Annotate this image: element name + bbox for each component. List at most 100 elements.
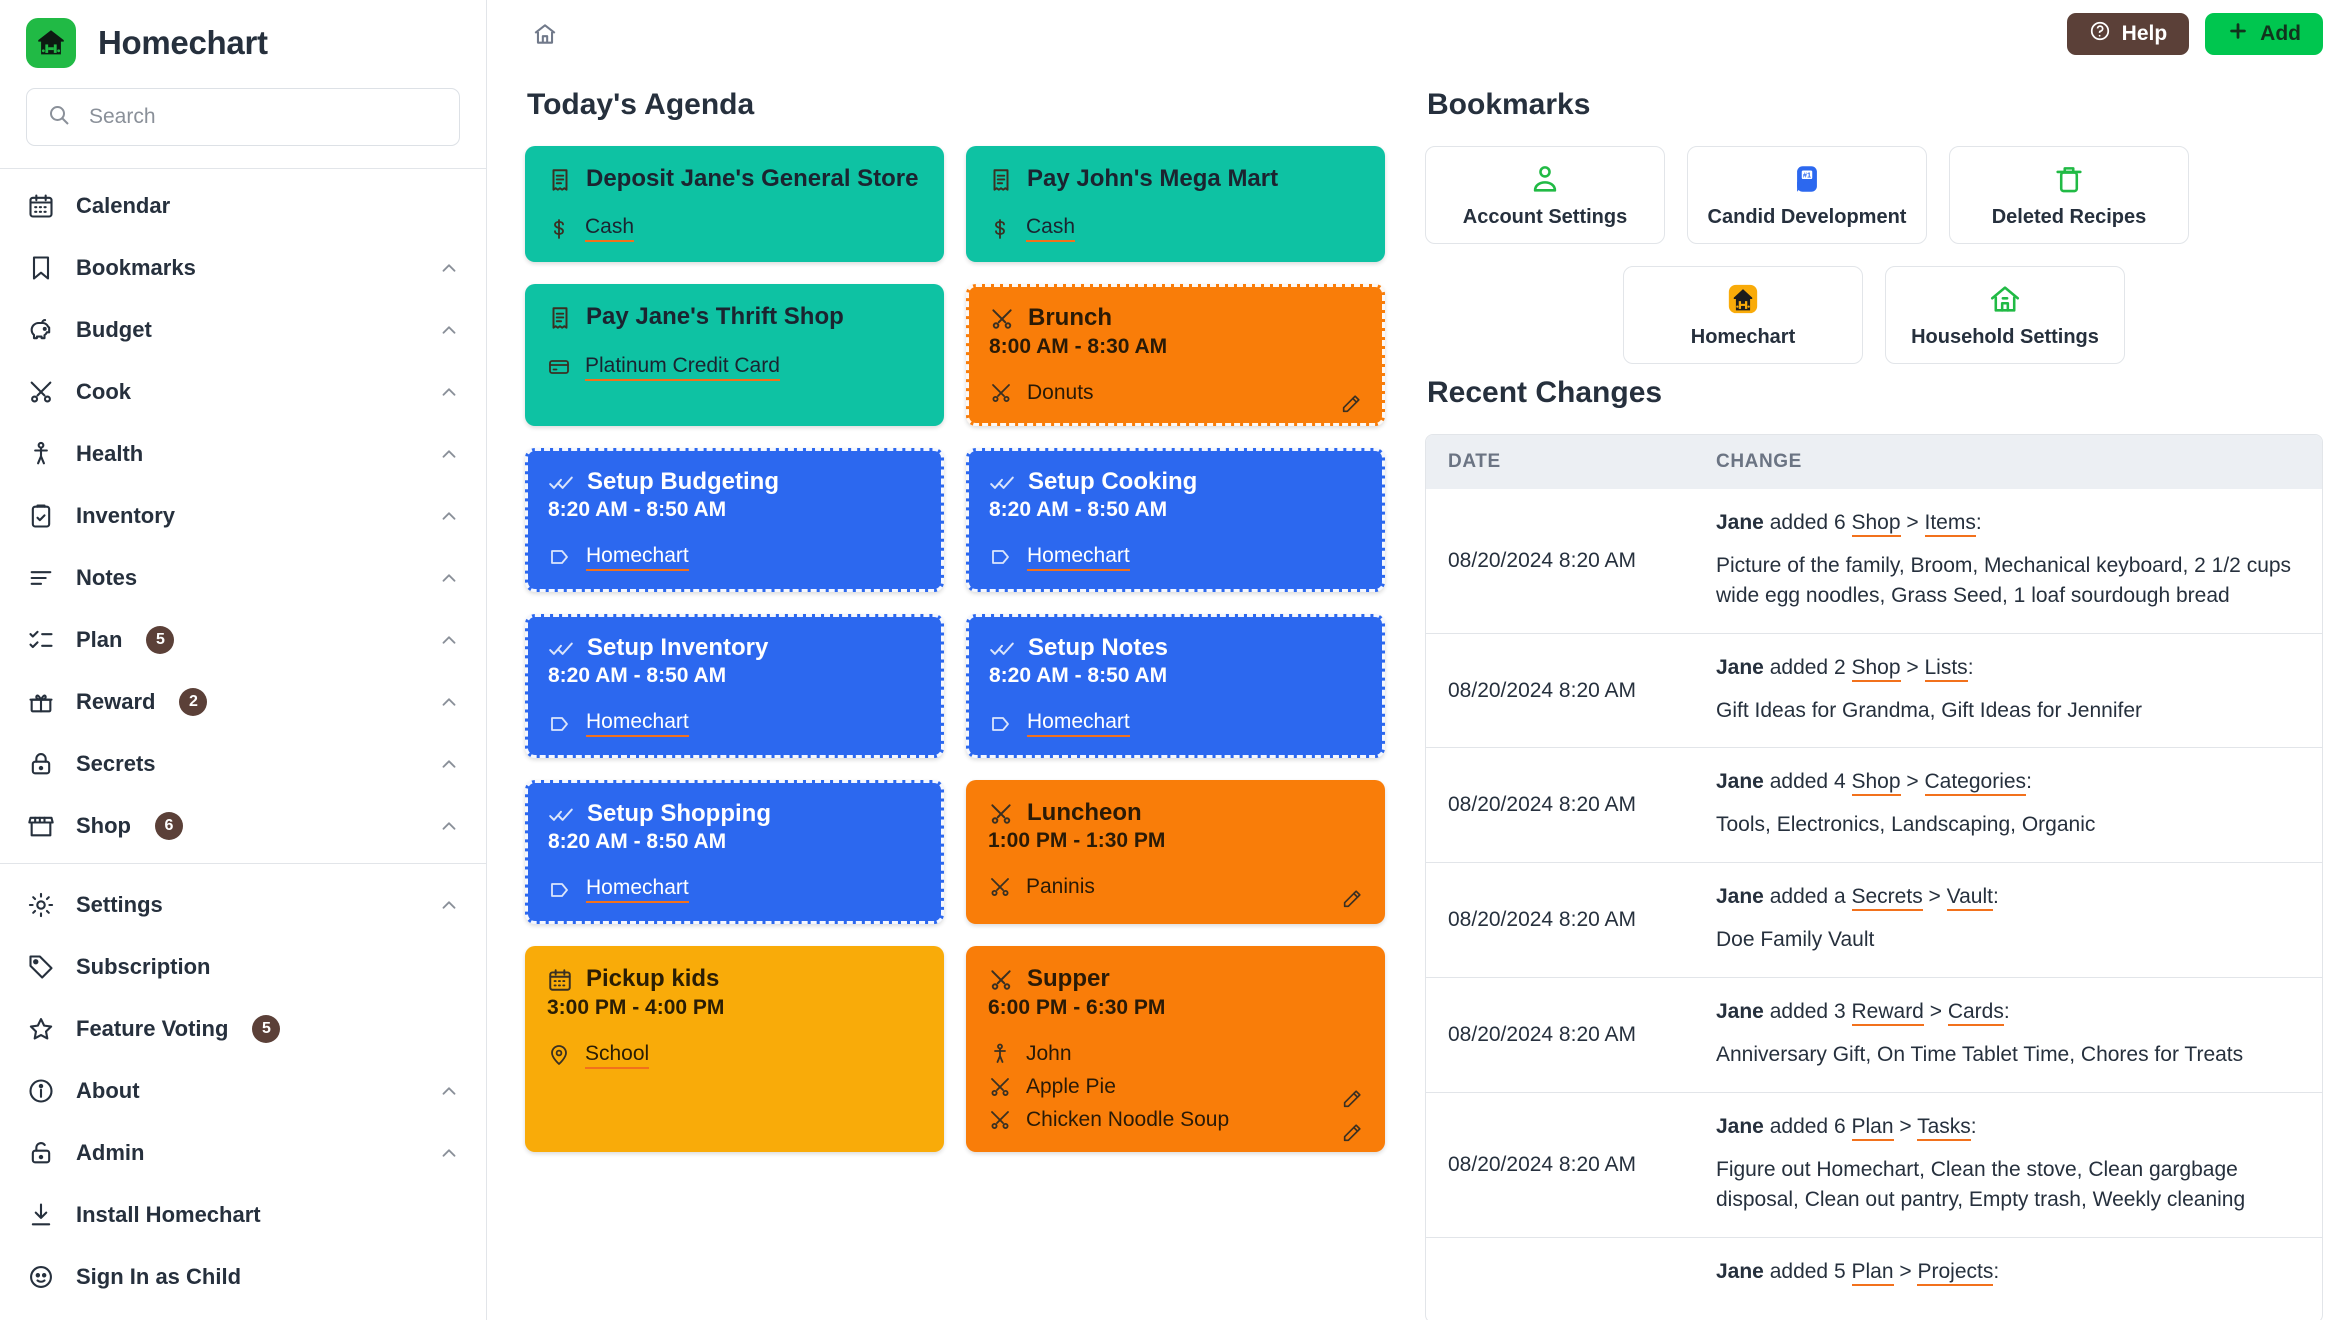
agenda-card[interactable]: Pay Jane's Thrift Shop Platinum Credit Ca… [525,284,944,426]
sidebar-item-reward[interactable]: Reward 2 [0,671,486,733]
agenda-card-link[interactable]: School [585,1042,650,1069]
sidebar-item-cook[interactable]: Cook [0,361,486,423]
agenda-card-row: Chicken Noodle Soup [988,1108,1363,1132]
sidebar-item-shop[interactable]: Shop 6 [0,795,486,857]
sidebar-item-plan[interactable]: Plan 5 [0,609,486,671]
agenda-card-title: Supper [1027,965,1110,993]
home-icon[interactable] [525,14,565,54]
change-link-section[interactable]: Projects [1917,1259,1994,1286]
agenda-card[interactable]: Pickup kids 3:00 PM - 4:00 PM School [525,946,944,1152]
change-link-section[interactable]: Cards [1947,1000,2004,1027]
change-summary: Jane added 5 Plan > Projects: [1716,1259,2296,1286]
search-box[interactable] [26,88,460,146]
agenda-card-link[interactable]: Homechart [586,710,689,738]
edit-pencil-icon[interactable] [1341,1122,1363,1144]
sidebar-item-bookmarks[interactable]: Bookmarks [0,237,486,299]
agenda-card[interactable]: Setup Shopping 8:20 AM - 8:50 AM Homechart [525,780,944,925]
agenda-card-time: 8:20 AM - 8:50 AM [548,830,727,854]
sidebar-item-subscription[interactable]: Subscription [0,936,486,998]
change-link-module[interactable]: Plan [1851,1259,1894,1286]
search-input[interactable] [89,105,439,129]
sidebar-item-sign-in-as-child[interactable]: Sign In as Child [0,1246,486,1308]
agenda-card-link[interactable]: Homechart [586,544,689,571]
change-link-module[interactable]: Shop [1851,770,1901,797]
chevron-up-icon[interactable] [438,319,460,341]
change-link-section[interactable]: Categories [1924,770,2027,797]
change-link-section[interactable]: Vault [1946,885,1993,912]
sidebar-item-secrets[interactable]: Secrets [0,733,486,795]
change-link-section[interactable]: Lists [1924,655,1968,682]
agenda-card-row: Homechart [989,544,1362,571]
brand[interactable]: Homechart [0,0,486,78]
sidebar-item-feature-voting[interactable]: Feature Voting 5 [0,998,486,1060]
sidebar-item-settings[interactable]: Settings [0,874,486,936]
agenda-card[interactable]: Deposit Jane's General Store Cash [525,146,944,263]
add-button[interactable]: Add [2205,13,2323,55]
change-link-module[interactable]: Shop [1851,655,1901,682]
edit-pencil-icon[interactable] [1340,393,1362,415]
chevron-up-icon[interactable] [438,257,460,279]
chevron-up-icon[interactable] [438,815,460,837]
sidebar-item-health[interactable]: Health [0,423,486,485]
sidebar-item-install-homechart[interactable]: Install Homechart [0,1184,486,1246]
agenda-column: Today's Agenda Deposit Jane's General St… [525,68,1405,1320]
sidebar-item-label: Shop [76,813,131,838]
change-separator: > [1906,770,1919,794]
chevron-up-icon[interactable] [438,894,460,916]
sidebar-item-label: Budget [76,317,152,342]
agenda-card-link[interactable]: Homechart [586,876,689,904]
bookmark-icon [26,253,56,283]
chevron-up-icon[interactable] [438,443,460,465]
sidebar-item-about[interactable]: About [0,1060,486,1122]
table-row[interactable]: 08/20/2024 8:20 AM Jane added 6 Plan > Ta… [1426,1091,2322,1237]
sidebar-item-calendar[interactable]: Calendar [0,175,486,237]
agenda-card-link[interactable]: Homechart [1027,710,1130,738]
table-row[interactable]: 08/20/2024 8:20 AM Jane added 6 Shop > It… [1426,489,2322,633]
agenda-card[interactable]: Setup Notes 8:20 AM - 8:50 AM Homechart [966,613,1385,759]
change-link-section[interactable]: Items [1924,511,1976,537]
agenda-card-link[interactable]: Cash [585,215,635,243]
change-link-module[interactable]: Plan [1851,1114,1894,1141]
help-button[interactable]: Help [2066,13,2190,55]
agenda-card[interactable]: Luncheon 1:00 PM - 1:30 PM Paninis [966,780,1385,925]
bookmark-card[interactable]: #1 Candid Development [1687,146,1927,244]
edit-pencil-icon[interactable] [1341,1088,1363,1110]
bookmark-card[interactable]: Deleted Recipes [1949,146,2189,244]
agenda-card[interactable]: Supper 6:00 PM - 6:30 PM John Apple Pie Chic… [966,946,1385,1152]
agenda-card[interactable]: Setup Cooking 8:20 AM - 8:50 AM Homechart [966,447,1385,592]
chevron-up-icon[interactable] [438,567,460,589]
table-row[interactable]: 08/20/2024 8:20 AM Jane added 4 Shop > Ca… [1426,747,2322,862]
chevron-up-icon[interactable] [438,1080,460,1102]
agenda-card[interactable]: Setup Inventory 8:20 AM - 8:50 AM Homechar… [525,613,944,759]
chevron-up-icon[interactable] [438,629,460,651]
change-link-module[interactable]: Secrets [1851,885,1923,912]
change-count: 3 [1833,1000,1846,1024]
table-row[interactable]: 08/20/2024 8:20 AM Jane added 2 Shop > Li… [1426,632,2322,748]
table-row[interactable]: Jane added 5 Plan > Projects: [1426,1236,2322,1320]
agenda-card[interactable]: Pay John's Mega Mart Cash [966,146,1385,263]
agenda-card[interactable]: Brunch 8:00 AM - 8:30 AM Donuts [966,284,1385,426]
bookmark-card[interactable]: Account Settings [1425,146,1665,244]
agenda-card-link[interactable]: Platinum Credit Card [585,354,780,381]
agenda-card-link[interactable]: Homechart [1027,544,1130,571]
sidebar-item-label: About [76,1078,140,1103]
sidebar-item-budget[interactable]: Budget [0,299,486,361]
table-row[interactable]: 08/20/2024 8:20 AM Jane added 3 Reward > … [1426,977,2322,1092]
sidebar-item-notes[interactable]: Notes [0,547,486,609]
bookmark-card[interactable]: Homechart [1623,266,1863,364]
chevron-up-icon[interactable] [438,381,460,403]
agenda-card-link[interactable]: Cash [1026,215,1076,243]
sidebar-item-inventory[interactable]: Inventory [0,485,486,547]
chevron-up-icon[interactable] [438,505,460,527]
change-link-section[interactable]: Tasks [1917,1114,1971,1141]
bookmark-card[interactable]: Household Settings [1885,266,2125,364]
agenda-card[interactable]: Setup Budgeting 8:20 AM - 8:50 AM Homechar… [525,447,944,592]
change-link-module[interactable]: Reward [1851,1000,1924,1027]
chevron-up-icon[interactable] [438,1142,460,1164]
table-row[interactable]: 08/20/2024 8:20 AM Jane added a Secrets >… [1426,862,2322,977]
edit-pencil-icon[interactable] [1341,888,1363,910]
sidebar-item-admin[interactable]: Admin [0,1122,486,1184]
change-link-module[interactable]: Shop [1851,511,1901,537]
chevron-up-icon[interactable] [438,753,460,775]
chevron-up-icon[interactable] [438,691,460,713]
